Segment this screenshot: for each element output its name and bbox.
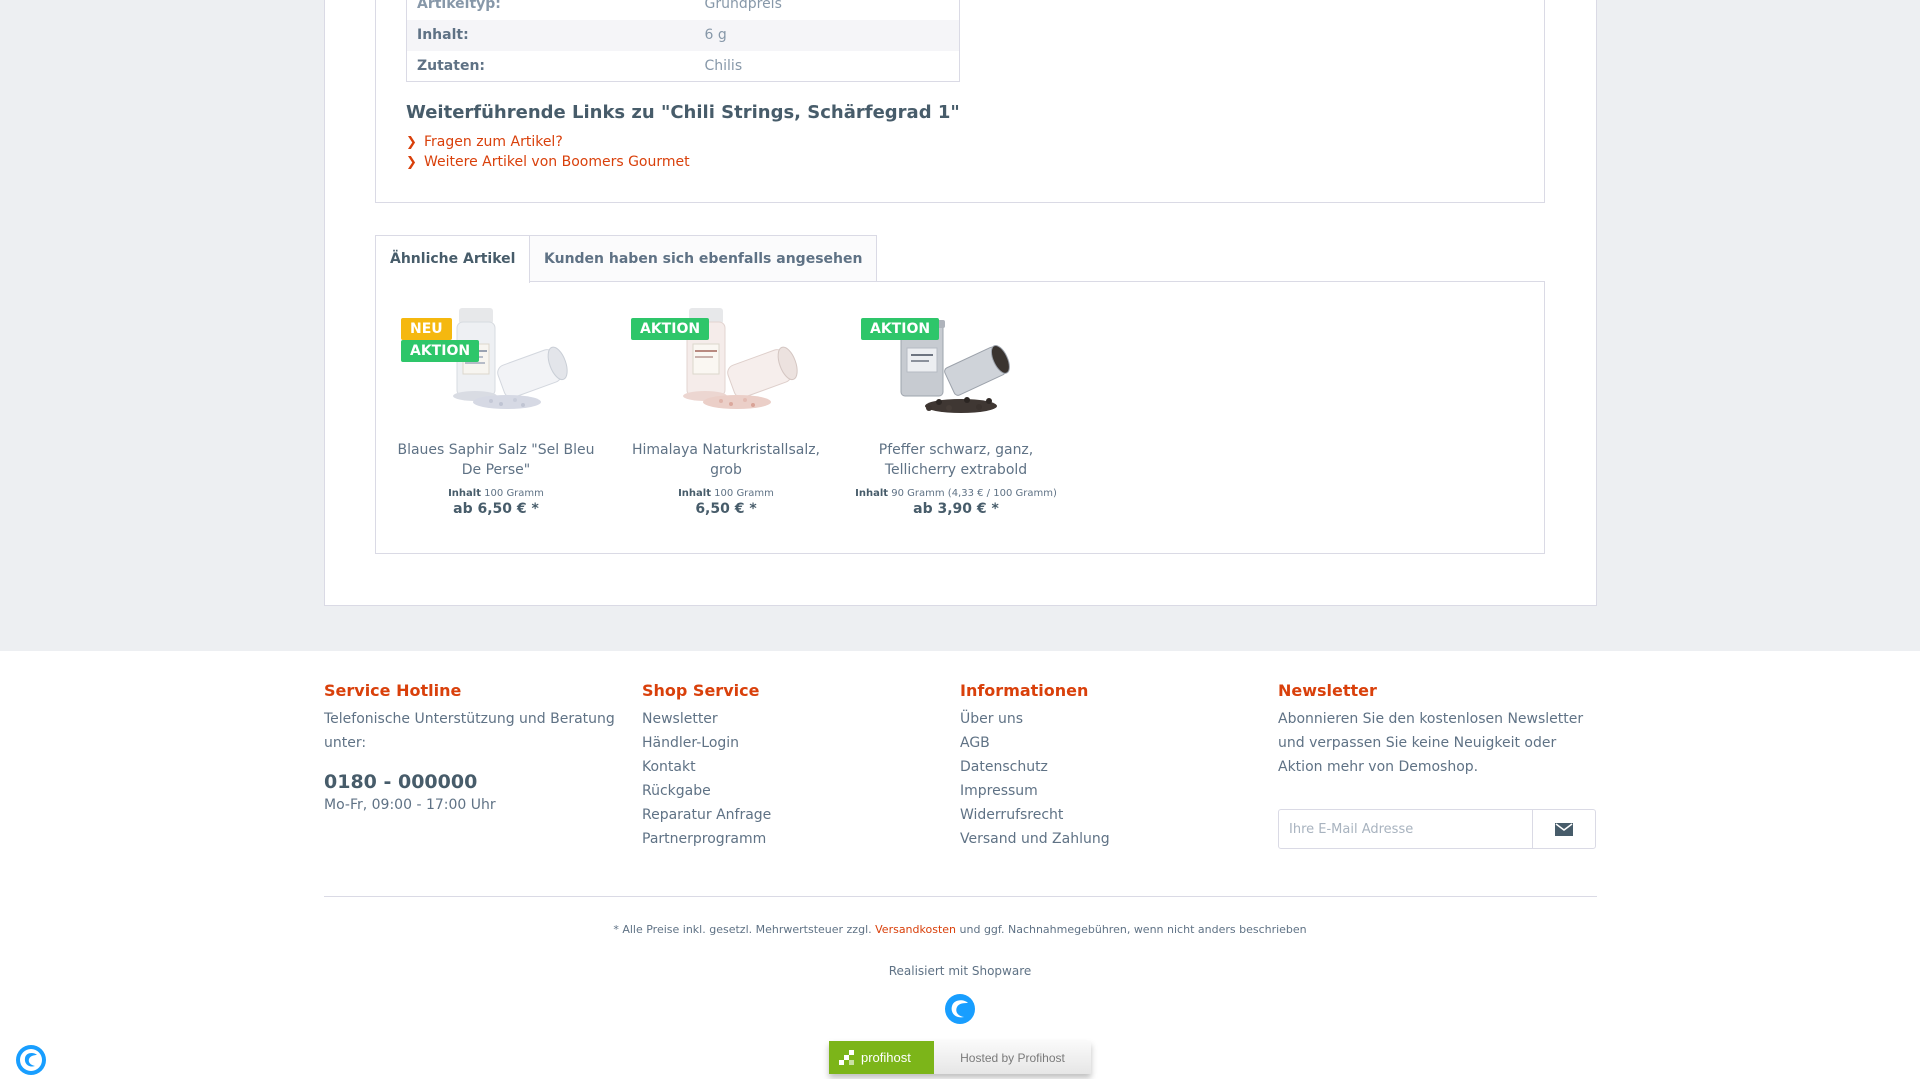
product-price: ab 6,50 € * — [453, 501, 539, 517]
footer-link-returns[interactable]: Rückgabe — [642, 779, 942, 803]
footer-link-dealer-login[interactable]: Händler-Login — [642, 731, 942, 755]
product-price: ab 3,90 € * — [913, 501, 999, 517]
newsletter-form — [1278, 809, 1596, 849]
footer-link-privacy[interactable]: Datenschutz — [960, 755, 1260, 779]
badge-sale: AKTION — [401, 340, 480, 362]
footer-link-list: Über uns AGB Datenschutz Impressum Wider… — [960, 707, 1260, 851]
product-unit: Inhalt 90 Gramm (4,33 € / 100 Gramm) — [851, 488, 1061, 499]
product-card[interactable]: AKTION Pfeffer schwarz, ganz, Tellicherr… — [851, 302, 1061, 517]
property-value: Chilis — [704, 57, 743, 74]
profihost-logo-icon — [839, 1049, 854, 1065]
footer-heading: Shop Service — [642, 681, 760, 700]
unit-value: 100 Gramm — [484, 488, 544, 499]
property-value: 6 g — [694, 19, 960, 51]
footer-link-withdrawal[interactable]: Widerrufsrecht — [960, 803, 1260, 827]
badge-sale: AKTION — [631, 318, 710, 340]
property-key: Zutaten: — [417, 57, 486, 74]
unit-value: 100 Gramm — [714, 488, 774, 499]
footer-link-list: Newsletter Händler-Login Kontakt Rückgab… — [642, 707, 942, 851]
vat-note: * Alle Preise inkl. gesetzl. Mehrwertste… — [0, 923, 1920, 936]
property-value: Grundpreis — [704, 0, 782, 13]
shipping-costs-link[interactable]: Versandkosten — [875, 923, 956, 936]
footer-link-partner[interactable]: Partnerprogramm — [642, 827, 942, 851]
product-name[interactable]: Pfeffer schwarz, ganz, Tellicherry extra… — [851, 440, 1061, 480]
related-links-list: ❯ Fragen zum Artikel? ❯ Weitere Artikel vo… — [406, 132, 690, 172]
product-name[interactable]: Blaues Saphir Salz "Sel Bleu De Perse" — [391, 440, 601, 480]
footer-heading: Service Hotline — [324, 681, 462, 700]
tab-also-viewed[interactable]: Kunden haben sich ebenfalls angesehen — [529, 235, 878, 282]
footer-link-newsletter[interactable]: Newsletter — [642, 707, 942, 731]
footer-information: Informationen Über uns AGB Datenschutz I… — [960, 681, 1260, 851]
vat-note-text: * Alle Preise inkl. gesetzl. Mehrwertste… — [613, 923, 872, 936]
badge-new: NEU — [401, 318, 452, 340]
link-questions[interactable]: ❯ Fragen zum Artikel? — [406, 132, 690, 152]
hotline-text: Telefonische Unterstützung und Beratung … — [324, 711, 615, 751]
chevron-right-icon: ❯ — [406, 135, 417, 150]
tab-similar-articles[interactable]: Ähnliche Artikel — [375, 235, 531, 283]
product-image[interactable]: NEU AKTION — [391, 302, 601, 432]
property-key: Inhalt: — [406, 19, 695, 51]
footer-newsletter: Newsletter Abonnieren Sie den kostenlose… — [1278, 681, 1598, 779]
send-mail-icon — [1555, 822, 1573, 836]
product-price: 6,50 € * — [695, 501, 757, 517]
shopware-corner-icon[interactable] — [15, 1044, 47, 1076]
product-image[interactable]: AKTION — [851, 302, 1061, 432]
footer-link-contact[interactable]: Kontakt — [642, 755, 942, 779]
related-links-title: Weiterführende Links zu "Chili Strings, … — [406, 102, 960, 123]
hotline-hours: Mo-Fr, 09:00 - 17:00 Uhr — [324, 797, 496, 813]
property-row: Zutaten: Chilis — [407, 51, 960, 82]
profihost-hosted-by: Hosted by Profihost — [934, 1041, 1091, 1074]
chevron-right-icon: ❯ — [406, 155, 417, 170]
profihost-brand: profihost — [829, 1041, 934, 1074]
unit-value: 90 Gramm (4,33 € / 100 Gramm) — [891, 488, 1057, 499]
unit-label: Inhalt — [855, 488, 889, 499]
footer-divider — [324, 896, 1597, 897]
footer-shop-service: Shop Service Newsletter Händler-Login Ko… — [642, 681, 942, 851]
product-card[interactable]: AKTION Himalaya Naturkristallsalz, grob … — [621, 302, 831, 517]
product-unit: Inhalt 100 Gramm — [391, 488, 601, 499]
property-key: Artikeltyp: — [417, 0, 501, 13]
realised-with: Realisiert mit Shopware — [888, 964, 1032, 978]
newsletter-email-input[interactable] — [1278, 809, 1533, 849]
profihost-brand-label: profihost — [861, 1050, 911, 1065]
footer-heading: Informationen — [960, 681, 1089, 700]
similar-articles-panel: NEU AKTION Blaues Saphir Salz "Sel Bleu … — [375, 281, 1545, 554]
footer-link-repair[interactable]: Reparatur Anfrage — [642, 803, 942, 827]
footer-heading: Newsletter — [1278, 681, 1377, 700]
link-label: Fragen zum Artikel? — [424, 134, 563, 150]
profihost-banner[interactable]: profihost Hosted by Profihost — [829, 1041, 1091, 1074]
product-card[interactable]: NEU AKTION Blaues Saphir Salz "Sel Bleu … — [391, 302, 601, 517]
link-label: Weitere Artikel von Boomers Gourmet — [424, 154, 690, 170]
footer-link-imprint[interactable]: Impressum — [960, 779, 1260, 803]
footer-link-shipping[interactable]: Versand und Zahlung — [960, 827, 1260, 851]
property-row: Artikeltyp: Grundpreis — [407, 0, 960, 20]
newsletter-text: Abonnieren Sie den kostenlosen Newslette… — [1278, 711, 1584, 775]
properties-table: Artikeltyp: Grundpreis Inhalt: 6 g Zutat… — [406, 0, 960, 82]
product-unit: Inhalt 100 Gramm — [621, 488, 831, 499]
newsletter-submit-button[interactable] — [1532, 809, 1596, 849]
hotline-phone[interactable]: 0180 - 000000 — [324, 771, 624, 793]
badge-sale: AKTION — [861, 318, 940, 340]
footer-link-terms[interactable]: AGB — [960, 731, 1260, 755]
unit-label: Inhalt — [448, 488, 481, 499]
link-more-articles[interactable]: ❯ Weitere Artikel von Boomers Gourmet — [406, 152, 690, 172]
unit-label: Inhalt — [678, 488, 711, 499]
vat-note-text: und ggf. Nachnahmegebühren, wenn nicht a… — [959, 923, 1307, 936]
footer-link-about[interactable]: Über uns — [960, 707, 1260, 731]
footer-service-hotline: Service Hotline Telefonische Unterstützu… — [324, 681, 624, 817]
product-image[interactable]: AKTION — [621, 302, 831, 432]
property-row: Inhalt: 6 g — [406, 19, 960, 51]
shopware-logo[interactable] — [944, 993, 976, 1025]
product-name[interactable]: Himalaya Naturkristallsalz, grob — [621, 440, 831, 480]
